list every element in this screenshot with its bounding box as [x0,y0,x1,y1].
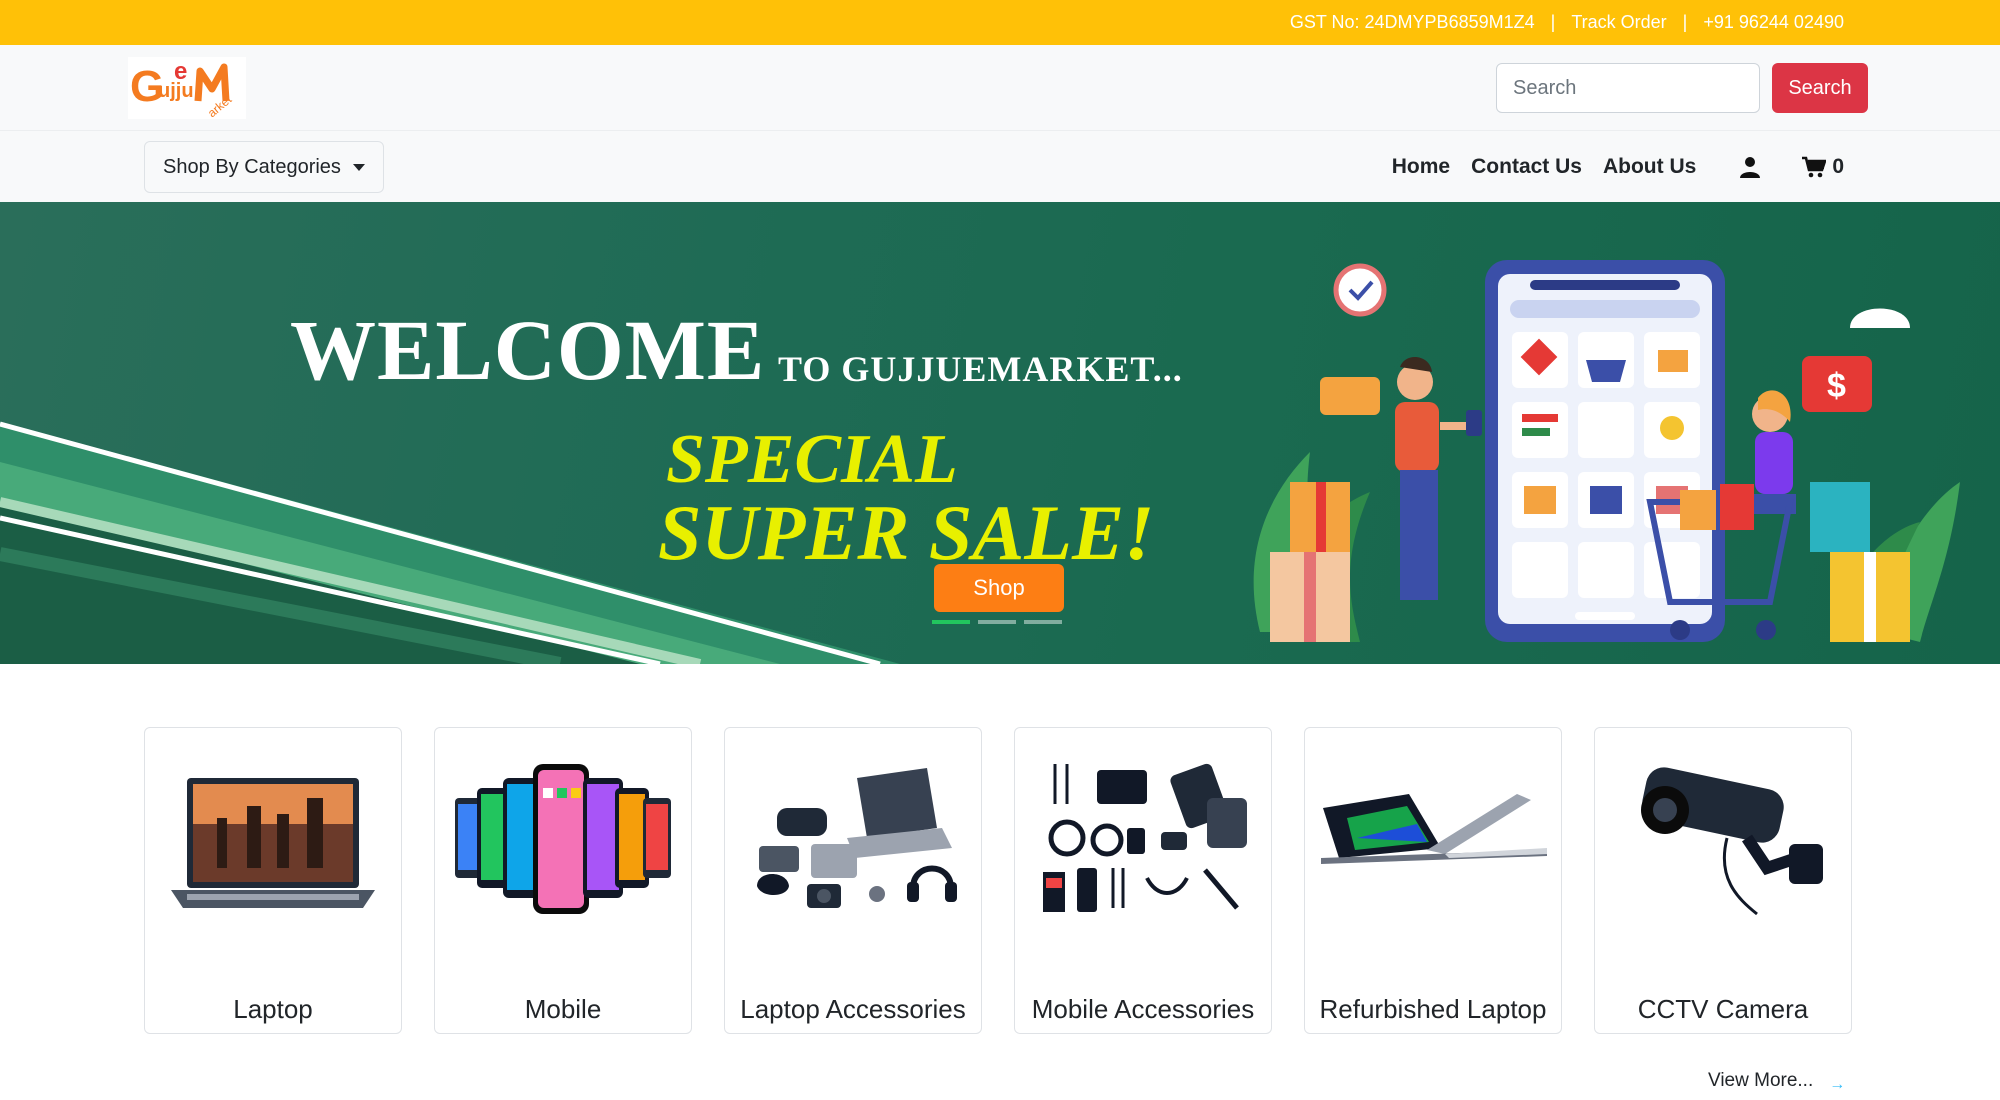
logo-icon: G ujju e arket [130,58,235,120]
view-more-link[interactable]: View More... → [1708,1068,1845,1094]
search-input[interactable] [1496,63,1760,113]
gst-number: GST No: 24DMYPB6859M1Z4 [1289,12,1535,32]
category-label: Laptop [233,994,313,1024]
caret-down-icon [352,163,365,171]
carousel-indicator[interactable] [1024,620,1062,624]
arrow-right-icon: → [1829,1076,1846,1093]
search-button[interactable]: Search [1772,63,1868,113]
category-card-laptop-accessories[interactable]: Laptop Accessories [724,727,982,1034]
carousel-indicator[interactable] [932,620,970,624]
site-logo[interactable]: G ujju e arket [128,57,246,120]
category-label: Mobile [524,994,602,1024]
category-label: CCTV Camera [1637,994,1809,1024]
carousel-indicator[interactable] [978,620,1016,624]
nav-home[interactable]: Home [1392,155,1450,179]
category-grid: Laptop Mobile Laptop Accessories Mobile … [144,727,1852,1034]
category-card-mobile-accessories[interactable]: Mobile Accessories [1014,727,1272,1034]
hero-welcome-sub: TO GUJJUEMARKET... [778,349,1183,389]
category-card-refurbished-laptop[interactable]: Refurbished Laptop [1304,727,1562,1034]
cctv-camera-image [1641,767,1823,916]
mobile-image [455,764,671,914]
cart-button[interactable]: 0 [1802,155,1844,179]
category-card-cctv-camera[interactable]: CCTV Camera [1594,727,1852,1034]
laptop-accessories-image [757,768,957,908]
category-label: Refurbished Laptop [1319,994,1547,1024]
category-label: Mobile Accessories [1031,994,1255,1024]
categories-label: Shop By Categories [163,155,341,178]
main-nav: Shop By Categories Home Contact Us About… [0,130,2000,202]
hero-super-sale: SUPER SALE! [658,489,1155,576]
track-order-link[interactable]: Track Order [1571,12,1666,33]
top-info-bar: GST No: 24DMYPB6859M1Z4 | Track Order | … [0,0,2000,45]
shopping-illustration: $ [1253,260,1960,642]
cart-icon [1802,156,1827,178]
separator: | [1682,12,1688,32]
mobile-accessories-image [1043,763,1247,912]
hero-welcome: WELCOME [290,302,766,398]
phone-number[interactable]: +91 96244 02490 [1703,12,1844,33]
cart-count: 0 [1832,155,1844,178]
nav-contact-us[interactable]: Contact Us [1471,155,1582,179]
category-card-mobile[interactable]: Mobile [434,727,692,1034]
view-more-label: View More... [1708,1070,1814,1091]
svg-text:$: $ [1827,367,1846,405]
user-icon[interactable] [1738,155,1762,179]
nav-about-us[interactable]: About Us [1603,155,1696,179]
shop-button[interactable]: Shop [934,564,1064,612]
svg-text:arket: arket [205,92,235,119]
svg-text:e: e [174,58,187,85]
site-header: G ujju e arket Search [0,45,2000,130]
refurbished-laptop-image [1321,794,1547,864]
category-label: Laptop Accessories [740,994,966,1024]
carousel-indicators [932,620,1062,624]
search-form: Search [1496,63,1868,113]
laptop-image [171,778,375,908]
separator: | [1550,12,1556,32]
hero-carousel[interactable]: WELCOME TO GUJJUEMARKET... SPECIAL SUPER… [0,202,2000,664]
category-card-laptop[interactable]: Laptop [144,727,402,1034]
categories-dropdown[interactable]: Shop By Categories [144,141,384,193]
